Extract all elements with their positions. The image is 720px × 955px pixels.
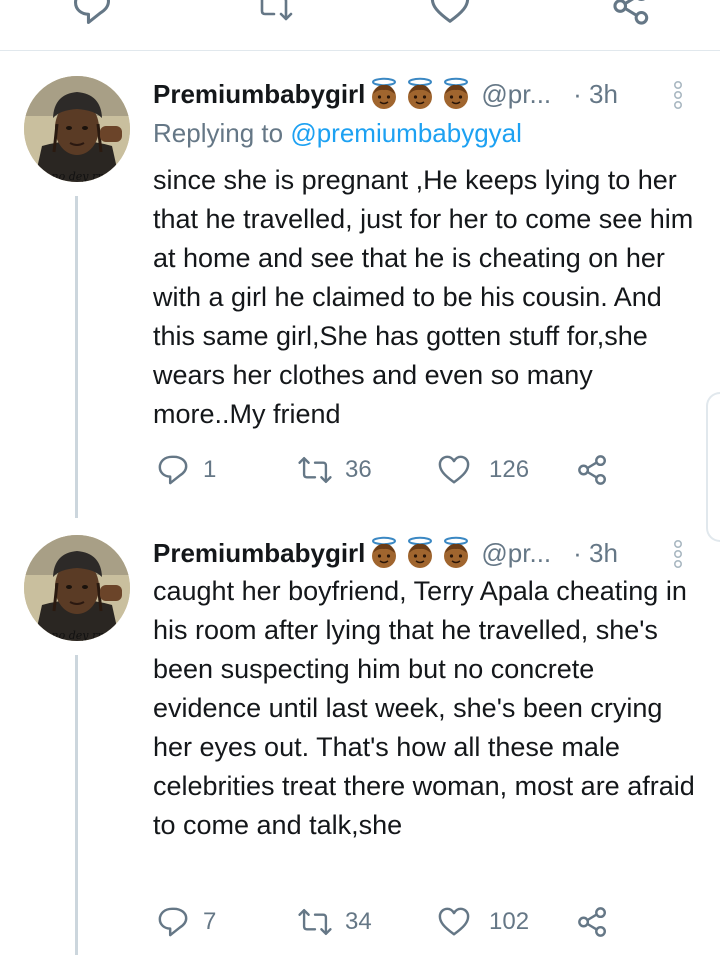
- reply-icon: [158, 907, 188, 937]
- emoji-group: [367, 536, 473, 570]
- retweet-count: 34: [345, 908, 372, 935]
- baby-angel-emoji: [371, 77, 398, 110]
- reply-button[interactable]: 1: [157, 450, 216, 490]
- share-button[interactable]: [577, 450, 609, 490]
- display-name[interactable]: Premiumbabygirl: [153, 538, 365, 569]
- avatar[interactable]: no dey rr: [24, 76, 130, 182]
- baby-angel-emoji: [407, 536, 434, 569]
- display-name[interactable]: Premiumbabygirl: [153, 79, 365, 110]
- retweet-button[interactable]: 34: [295, 902, 372, 942]
- avatar-caption: no dey rr: [52, 170, 104, 182]
- retweet-icon[interactable]: [252, 0, 293, 26]
- reply-icon[interactable]: [72, 0, 112, 26]
- like-icon[interactable]: [430, 0, 470, 26]
- handle[interactable]: @pr...: [481, 79, 551, 110]
- scroll-handle[interactable]: [706, 392, 720, 542]
- like-button[interactable]: 126: [437, 450, 529, 490]
- like-icon: [438, 907, 470, 936]
- share-icon: [578, 455, 606, 485]
- tweet[interactable]: no dey rr Premiumbabygirl @pr... · 3h ca…: [0, 533, 720, 953]
- tweet-actions: 1 36 126: [153, 450, 653, 490]
- emoji-group: [367, 77, 473, 111]
- tweet-actions: 7 34 102: [153, 902, 653, 942]
- avatar[interactable]: no dey rr: [24, 535, 130, 641]
- like-count: 102: [489, 908, 530, 935]
- replying-to: Replying to @premiumbabygyal: [153, 118, 522, 149]
- mention-link[interactable]: @premiumbabygyal: [290, 118, 522, 148]
- retweet-icon: [298, 457, 332, 483]
- reply-button[interactable]: 7: [157, 902, 216, 942]
- previous-tweet-action-bar: [0, 0, 720, 50]
- tweet[interactable]: no dey rr Premiumbabygirl @pr... · 3h Re…: [0, 74, 720, 514]
- retweet-icon: [298, 909, 332, 935]
- retweet-button[interactable]: 36: [295, 450, 372, 490]
- more-options-icon[interactable]: [672, 539, 684, 569]
- share-icon: [578, 907, 606, 937]
- like-icon: [438, 455, 470, 484]
- divider: [0, 50, 720, 51]
- tweet-header: Premiumbabygirl @pr... · 3h: [153, 533, 713, 573]
- baby-angel-emoji: [407, 77, 434, 110]
- timestamp[interactable]: · 3h: [573, 538, 618, 569]
- baby-angel-emoji: [443, 77, 470, 110]
- more-options-icon[interactable]: [672, 80, 684, 110]
- tweet-header: Premiumbabygirl @pr... · 3h: [153, 74, 713, 114]
- avatar-caption: no dey rr: [52, 629, 104, 641]
- baby-angel-emoji: [443, 536, 470, 569]
- like-count: 126: [489, 456, 530, 483]
- reply-icon: [158, 455, 188, 485]
- retweet-count: 36: [345, 456, 372, 483]
- timestamp[interactable]: · 3h: [573, 79, 618, 110]
- reply-count: 7: [203, 908, 217, 935]
- replying-label: Replying to: [153, 118, 284, 148]
- handle[interactable]: @pr...: [481, 538, 551, 569]
- baby-angel-emoji: [371, 536, 398, 569]
- reply-count: 1: [203, 456, 217, 483]
- tweet-text: since she is pregnant ,He keeps lying to…: [153, 165, 694, 429]
- like-button[interactable]: 102: [437, 902, 529, 942]
- tweet-text: caught her boyfriend, Terry Apala cheati…: [153, 576, 695, 840]
- share-button[interactable]: [577, 902, 609, 942]
- share-icon[interactable]: [612, 0, 652, 26]
